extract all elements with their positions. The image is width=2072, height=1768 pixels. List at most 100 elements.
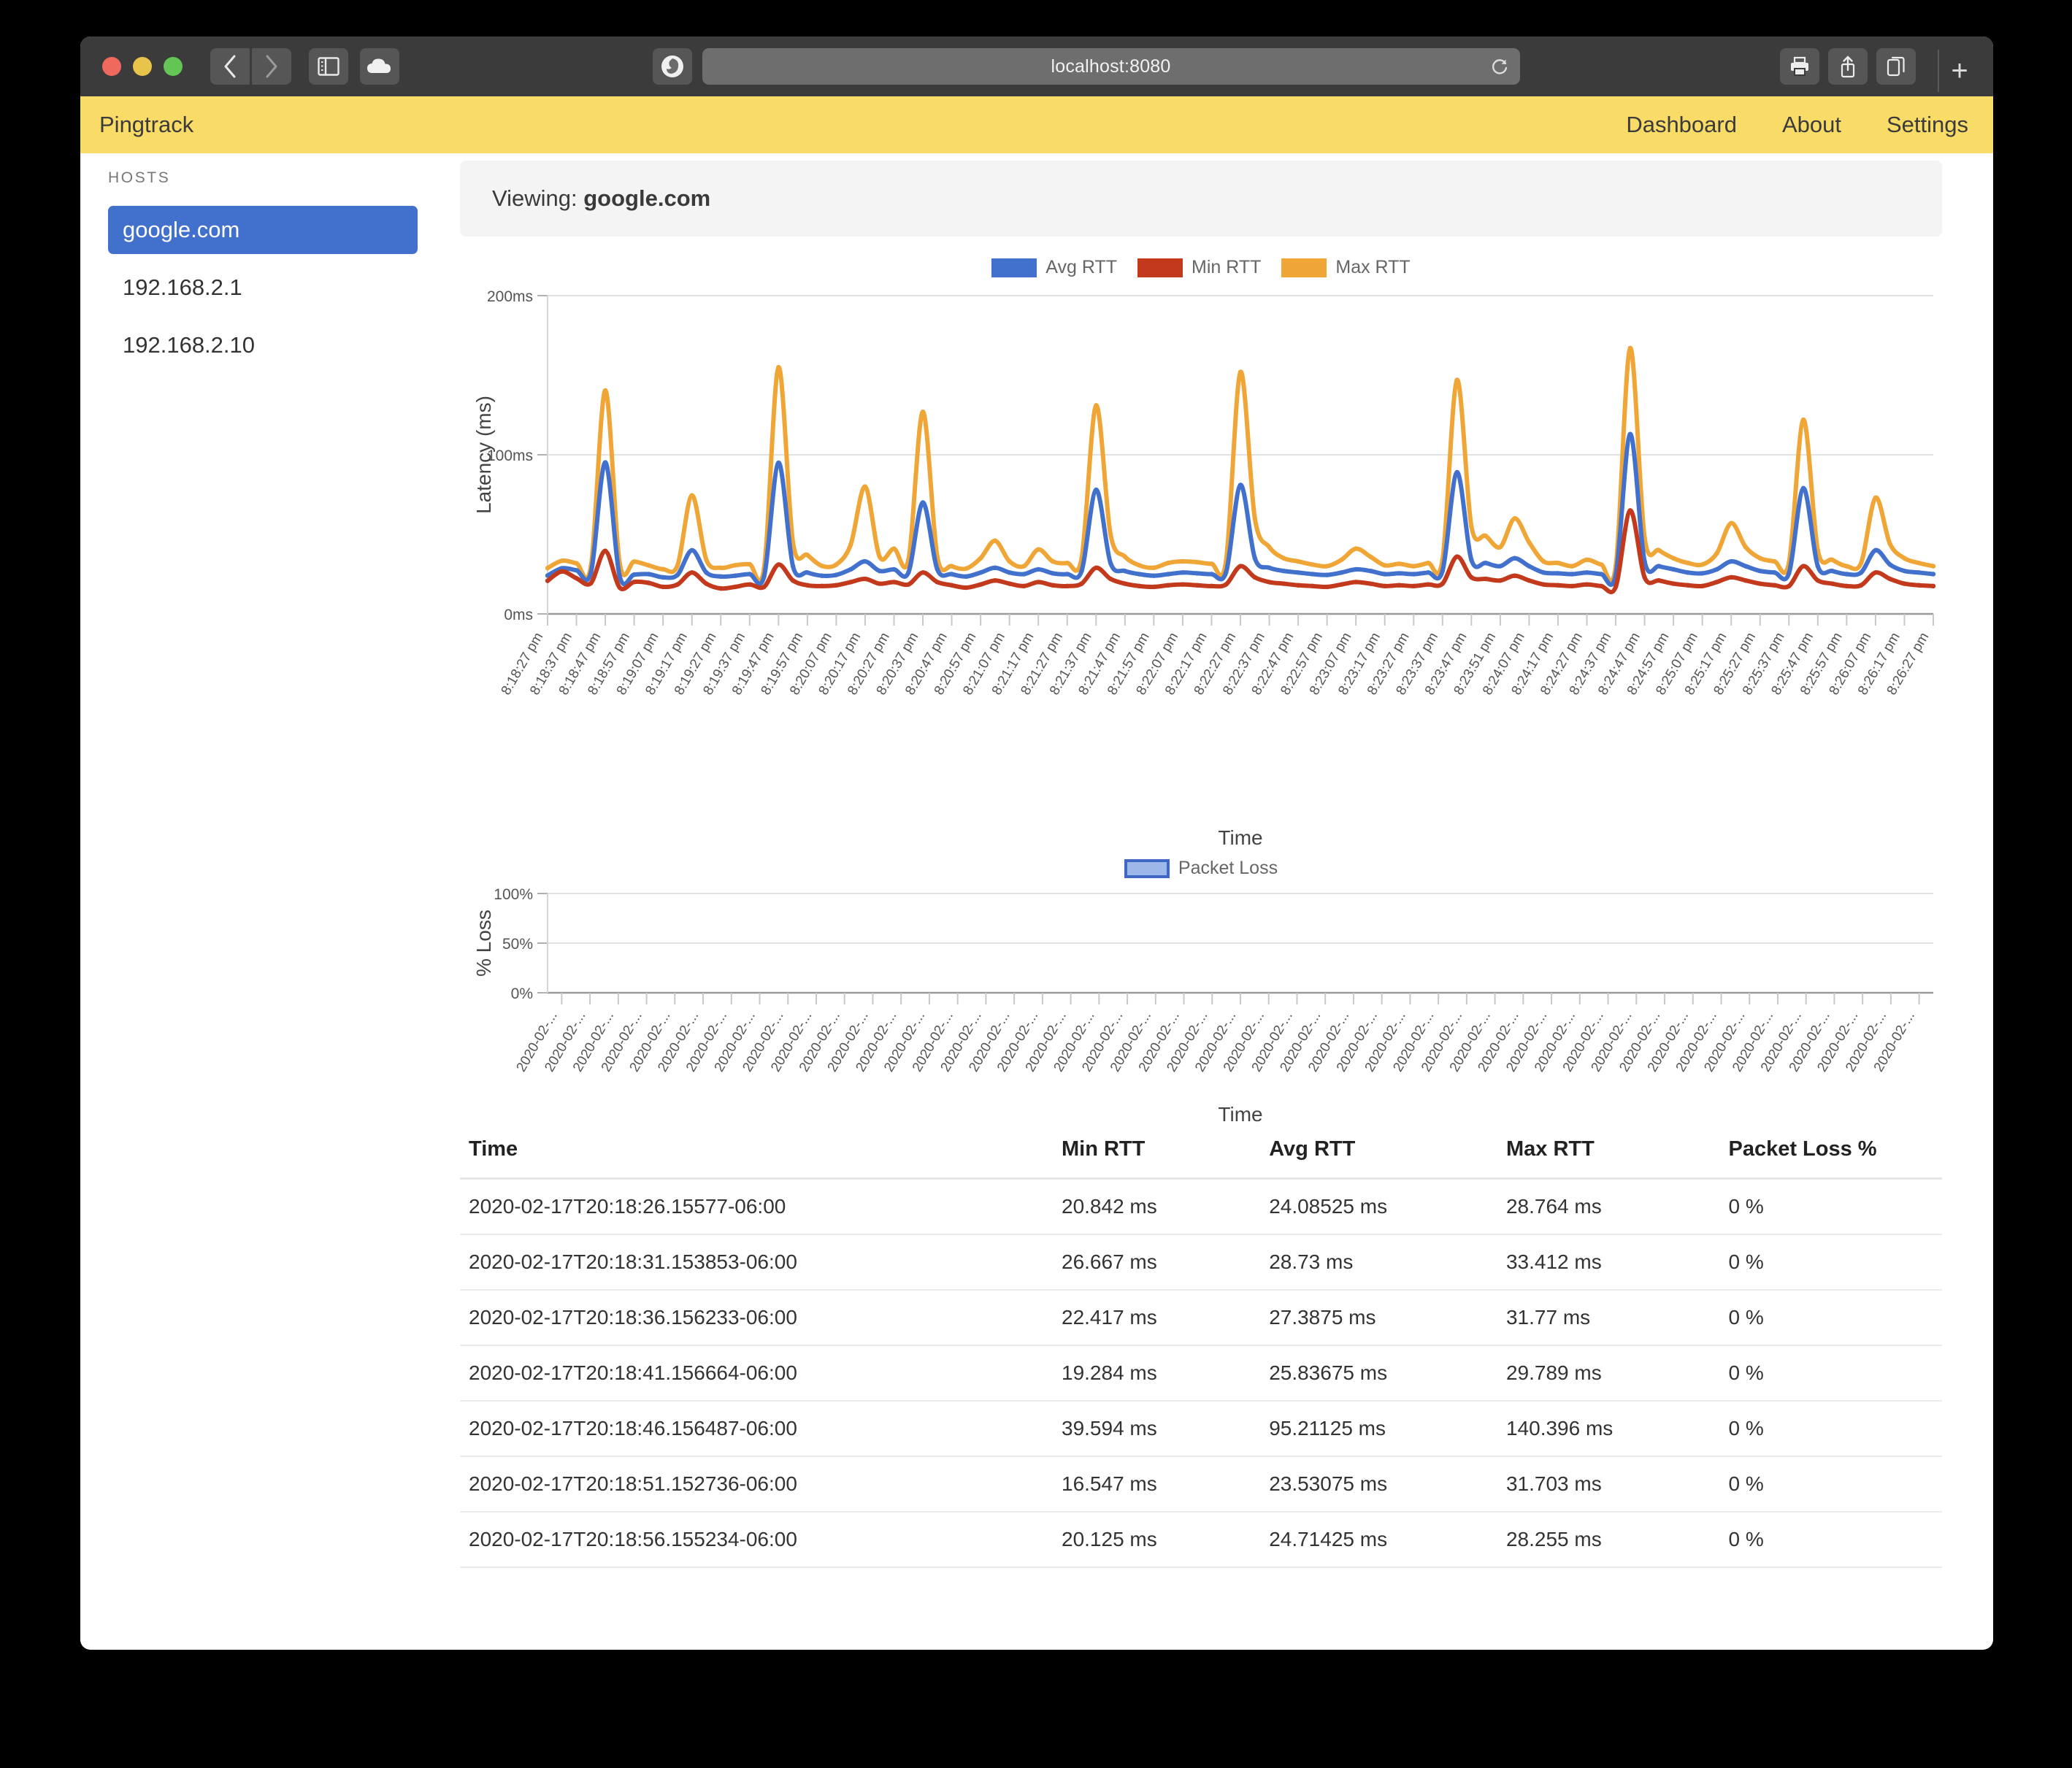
reload-icon[interactable]	[1489, 56, 1510, 77]
back-button[interactable]	[210, 48, 250, 85]
svg-text:Time: Time	[1218, 826, 1262, 849]
table-row: 2020-02-17T20:18:41.156664-06:00 19.284 m…	[460, 1345, 1942, 1402]
legend-label-packet-loss: Packet Loss	[1178, 858, 1278, 878]
toolbar-right-icons: +	[1780, 41, 1980, 92]
cell-min-rtt: 39.594 ms	[1053, 1401, 1261, 1457]
share-button[interactable]	[1828, 48, 1868, 85]
browser-toolbar: localhost:8080 +	[80, 36, 1993, 96]
icloud-tabs-button[interactable]	[360, 48, 399, 85]
cell-avg-rtt: 27.3875 ms	[1260, 1290, 1497, 1346]
latency-chart[interactable]: 0ms 100ms 200ms Latency (ms) 8:18:27 pm 8:18:…	[460, 284, 1942, 861]
cell-time: 2020-02-17T20:18:31.153853-06:00	[460, 1234, 1053, 1291]
cell-avg-rtt: 25.83675 ms	[1260, 1345, 1497, 1402]
cell-packet-loss: 0 %	[1719, 1290, 1942, 1346]
forward-button[interactable]	[252, 48, 291, 85]
cell-avg-rtt: 23.53075 ms	[1260, 1456, 1497, 1513]
sidebar-item-192-168-2-10[interactable]: 192.168.2.10	[108, 321, 418, 369]
print-icon	[1791, 56, 1808, 76]
app-brand: Pingtrack	[99, 112, 194, 137]
legend-item-avg-rtt[interactable]: Avg RTT	[991, 257, 1117, 278]
legend-swatch-avg	[991, 258, 1037, 277]
cell-avg-rtt: 24.71425 ms	[1260, 1512, 1497, 1568]
chevron-right-icon	[266, 55, 277, 78]
cell-time: 2020-02-17T20:18:51.152736-06:00	[460, 1456, 1053, 1513]
share-icon	[1841, 55, 1855, 78]
new-tab-label: +	[1951, 54, 1968, 87]
host-label: google.com	[123, 217, 240, 242]
nav-dashboard[interactable]: Dashboard	[1626, 112, 1737, 138]
cell-max-rtt: 33.412 ms	[1497, 1234, 1720, 1291]
window-controls	[102, 57, 183, 76]
legend-label-max: Max RTT	[1335, 257, 1411, 277]
sidebar-icon	[318, 57, 339, 76]
viewing-banner: Viewing: google.com	[460, 161, 1942, 237]
cloud-icon	[367, 58, 391, 73]
table-body: 2020-02-17T20:18:26.15577-06:00 20.842 ms…	[460, 1178, 1942, 1568]
url-text: localhost:8080	[1051, 55, 1171, 77]
cell-time: 2020-02-17T20:18:26.15577-06:00	[460, 1178, 1053, 1235]
nav-settings[interactable]: Settings	[1887, 112, 1968, 138]
cell-max-rtt: 28.764 ms	[1497, 1178, 1720, 1235]
svg-text:100%: 100%	[494, 886, 533, 903]
legend-swatch-max	[1281, 258, 1327, 277]
legend-item-min-rtt[interactable]: Min RTT	[1137, 257, 1261, 278]
browser-window: localhost:8080 + Pingtrack Dashboard Abo…	[80, 36, 1993, 1650]
svg-text:Latency (ms): Latency (ms)	[472, 396, 495, 514]
packet-loss-chart-svg: 0%50%100%% Loss2020-02-...2020-02-...202…	[472, 886, 1933, 1126]
svg-text:50%: 50%	[502, 936, 533, 953]
packet-loss-legend: Packet Loss	[460, 858, 1942, 879]
print-button[interactable]	[1780, 48, 1819, 85]
tabs-icon	[1887, 56, 1905, 77]
column-header-time[interactable]: Time	[460, 1130, 1053, 1180]
tab-overview-button[interactable]	[1876, 48, 1916, 85]
column-header-packet-loss[interactable]: Packet Loss %	[1719, 1130, 1942, 1180]
table-row: 2020-02-17T20:18:46.156487-06:00 39.594 m…	[460, 1401, 1942, 1457]
new-tab-button[interactable]: +	[1938, 50, 1980, 92]
column-header-max-rtt[interactable]: Max RTT	[1497, 1130, 1720, 1180]
main-content: Viewing: google.com Avg RTT Min RTT Max …	[445, 153, 1993, 1650]
legend-item-max-rtt[interactable]: Max RTT	[1281, 257, 1411, 278]
profile-icon	[661, 55, 683, 77]
sidebar-toggle-button[interactable]	[309, 48, 348, 85]
app-nav: Dashboard About Settings	[1626, 112, 1968, 138]
close-window-button[interactable]	[102, 57, 121, 76]
app-header: Pingtrack Dashboard About Settings	[80, 96, 1993, 153]
cell-time: 2020-02-17T20:18:41.156664-06:00	[460, 1345, 1053, 1402]
hosts-heading: HOSTS	[108, 169, 171, 186]
site-profile-button[interactable]	[652, 48, 692, 85]
minimize-window-button[interactable]	[133, 57, 152, 76]
column-header-avg-rtt[interactable]: Avg RTT	[1260, 1130, 1497, 1180]
svg-text:Time: Time	[1218, 1103, 1262, 1126]
cell-min-rtt: 16.547 ms	[1053, 1456, 1261, 1513]
column-header-min-rtt[interactable]: Min RTT	[1053, 1130, 1261, 1180]
cell-packet-loss: 0 %	[1719, 1345, 1942, 1402]
chevron-left-icon	[224, 55, 236, 78]
table-row: 2020-02-17T20:18:36.156233-06:00 22.417 m…	[460, 1290, 1942, 1346]
cell-min-rtt: 20.842 ms	[1053, 1178, 1261, 1235]
maximize-window-button[interactable]	[164, 57, 183, 76]
sidebar-item-192-168-2-1[interactable]: 192.168.2.1	[108, 264, 418, 312]
latency-chart-legend: Avg RTT Min RTT Max RTT	[460, 257, 1942, 278]
url-input[interactable]: localhost:8080	[702, 48, 1520, 85]
legend-label-avg: Avg RTT	[1045, 257, 1117, 277]
legend-label-min: Min RTT	[1192, 257, 1262, 277]
latency-chart-svg: 0ms100ms200msLatency (ms)8:18:27 pm8:18:…	[472, 288, 1936, 849]
app-body: HOSTS google.com 192.168.2.1 192.168.2.1…	[80, 153, 1993, 1650]
cell-min-rtt: 26.667 ms	[1053, 1234, 1261, 1291]
cell-max-rtt: 140.396 ms	[1497, 1401, 1720, 1457]
cell-avg-rtt: 24.08525 ms	[1260, 1178, 1497, 1235]
legend-swatch-packet-loss	[1124, 858, 1170, 878]
cell-min-rtt: 22.417 ms	[1053, 1290, 1261, 1346]
nav-about[interactable]: About	[1782, 112, 1841, 138]
cell-time: 2020-02-17T20:18:56.155234-06:00	[460, 1512, 1053, 1568]
address-bar-area: localhost:8080	[399, 48, 1773, 85]
packet-loss-chart[interactable]: 0% 50% 100%% Loss 2020-02-... 2020-02-... 202…	[460, 885, 1942, 1126]
cell-packet-loss: 0 %	[1719, 1456, 1942, 1513]
cell-avg-rtt: 28.73 ms	[1260, 1234, 1497, 1291]
cell-max-rtt: 28.255 ms	[1497, 1512, 1720, 1568]
cell-packet-loss: 0 %	[1719, 1401, 1942, 1457]
cell-max-rtt: 31.77 ms	[1497, 1290, 1720, 1346]
sidebar-item-google-com[interactable]: google.com	[108, 206, 418, 254]
cell-min-rtt: 20.125 ms	[1053, 1512, 1261, 1568]
legend-item-packet-loss[interactable]: Packet Loss	[1124, 858, 1278, 879]
